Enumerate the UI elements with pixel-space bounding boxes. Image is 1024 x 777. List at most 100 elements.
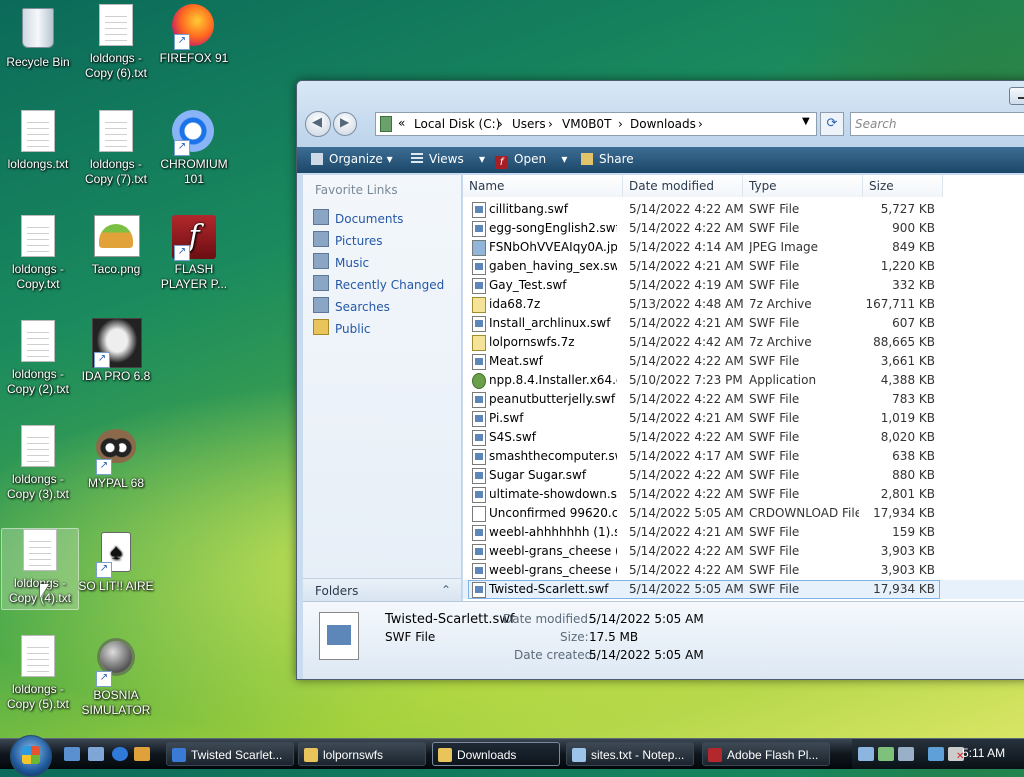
file-row[interactable]: egg-songEnglish2.swf 5/14/2022 4:22 AM SWF…: [463, 219, 1024, 238]
file-type: SWF File: [749, 278, 800, 292]
column-header-size[interactable]: Size: [863, 175, 943, 197]
address-dropdown-icon[interactable]: ▼: [802, 116, 810, 127]
forward-button[interactable]: ▶: [333, 112, 357, 136]
desktop-icon-bosnia-simulator[interactable]: ↗ BOSNIA SIMULATOR: [78, 635, 154, 718]
column-header-date-modified[interactable]: Date modified: [623, 175, 743, 197]
breadcrumb-separator-icon[interactable]: ›: [548, 117, 553, 131]
shortcut-arrow-icon: ↗: [96, 562, 112, 578]
refresh-button[interactable]: ⟳: [820, 112, 844, 136]
start-button[interactable]: [10, 735, 52, 777]
shortcut-arrow-icon: ↗: [94, 352, 110, 368]
desktop-icon-taco[interactable]: Taco.png: [78, 215, 154, 277]
file-row[interactable]: ida68.7z 5/13/2022 4:48 AM 7z Archive 167,7…: [463, 295, 1024, 314]
file-row[interactable]: Install_archlinux.swf 5/14/2022 4:21 AM SW…: [463, 314, 1024, 333]
organize-button[interactable]: Organize ▾: [311, 152, 393, 166]
desktop-icon-loldongs-copy-7[interactable]: loldongs - Copy (7).txt: [78, 110, 154, 187]
file-size: 607 KB: [892, 316, 935, 330]
taskbar-button[interactable]: sites.txt - Notep...: [566, 742, 694, 766]
notepad-icon: [572, 748, 586, 762]
breadcrumb-vm0b0t[interactable]: VM0B0T: [562, 117, 611, 131]
file-type: SWF File: [749, 430, 800, 444]
file-row[interactable]: gaben_having_sex.swf 5/14/2022 4:21 AM SWF…: [463, 257, 1024, 276]
taskbar-button[interactable]: Downloads: [432, 742, 560, 766]
file-name: Twisted-Scarlett.swf: [489, 582, 609, 596]
desktop-icon-firefox[interactable]: ↗ FIREFOX 91: [156, 4, 232, 66]
file-type: SWF File: [749, 468, 800, 482]
breadcrumb-separator-icon[interactable]: ›: [618, 117, 623, 131]
nav-link-recently-changed[interactable]: Recently Changed: [313, 275, 444, 292]
address-bar[interactable]: « Local Disk (C:) › Users › VM0B0T › Dow…: [375, 112, 817, 136]
tray-connection-icon[interactable]: [928, 747, 944, 761]
details-date-created-label: Date created:: [514, 648, 597, 662]
column-header-name[interactable]: Name: [463, 175, 623, 197]
back-button[interactable]: ◀: [305, 111, 331, 137]
file-row[interactable]: Gay_Test.swf 5/14/2022 4:19 AM SWF File 332…: [463, 276, 1024, 295]
explorer-window[interactable]: ◀ ▶ « Local Disk (C:) › Users › VM0B0T ›…: [296, 80, 1024, 680]
file-row[interactable]: weebl-ahhhhhhh (1).swf 5/14/2022 4:21 AM S…: [463, 523, 1024, 542]
file-row[interactable]: weebl-grans_cheese (1... 5/14/2022 4:22 A…: [463, 542, 1024, 561]
column-header-type[interactable]: Type: [743, 175, 863, 197]
file-row[interactable]: weebl-grans_cheese (2... 5/14/2022 4:22 A…: [463, 561, 1024, 580]
file-row[interactable]: lolpornswfs.7z 5/14/2022 4:42 AM 7z Archiv…: [463, 333, 1024, 352]
desktop-icon-recycle-bin[interactable]: Recycle Bin: [0, 4, 76, 70]
file-row[interactable]: ultimate-showdown.swf 5/14/2022 4:22 AM SW…: [463, 485, 1024, 504]
breadcrumb-separator-icon[interactable]: ›: [698, 117, 703, 131]
nav-link-pictures[interactable]: Pictures: [313, 231, 383, 248]
taskbar-button[interactable]: Twisted Scarlet...: [166, 742, 294, 766]
file-row[interactable]: smashthecomputer.swf 5/14/2022 4:17 AM SWF…: [463, 447, 1024, 466]
desktop-icon-chromium[interactable]: ↗ CHROMIUM 101: [156, 110, 232, 187]
text-file-icon: [94, 4, 138, 48]
file-row[interactable]: cillitbang.swf 5/14/2022 4:22 AM SWF File 5…: [463, 200, 1024, 219]
file-row[interactable]: Unconfirmed 99620.cr... 5/14/2022 5:05 AM…: [463, 504, 1024, 523]
file-row[interactable]: Meat.swf 5/14/2022 4:22 AM SWF File 3,661 K…: [463, 352, 1024, 371]
tray-network-icon[interactable]: [858, 747, 874, 761]
dl-file-icon: [472, 506, 486, 522]
internet-explorer-icon[interactable]: [112, 747, 128, 761]
breadcrumb-downloads[interactable]: Downloads: [630, 117, 696, 131]
breadcrumb-local-disk[interactable]: Local Disk (C:): [414, 117, 500, 131]
file-row[interactable]: npp.8.4.Installer.x64.exe 5/10/2022 7:23 …: [463, 371, 1024, 390]
file-row[interactable]: peanutbutterjelly.swf 5/14/2022 4:22 AM SW…: [463, 390, 1024, 409]
file-row[interactable]: Twisted-Scarlett.swf 5/14/2022 5:05 AM SWF…: [463, 580, 1024, 599]
swf-file-icon: [472, 582, 486, 598]
nav-link-documents[interactable]: Documents: [313, 209, 403, 226]
file-type: SWF File: [749, 392, 800, 406]
desktop-icon-mypal[interactable]: ↗ MYPAL 68: [78, 425, 154, 491]
desktop-icon-loldongs-copy-3[interactable]: loldongs - Copy (3).txt: [0, 425, 76, 502]
folders-toggle[interactable]: Folders ⌃: [303, 578, 461, 603]
file-row[interactable]: Sugar Sugar.swf 5/14/2022 4:22 AM SWF File…: [463, 466, 1024, 485]
file-row[interactable]: S4S.swf 5/14/2022 4:22 AM SWF File 8,020 KB: [463, 428, 1024, 447]
desktop-icon-loldongs[interactable]: loldongs.txt: [0, 110, 76, 172]
views-button[interactable]: Views ▾: [411, 152, 485, 166]
desktop-icon-solitaire[interactable]: ♠ ↗ SO LIT!! AIRE: [78, 530, 154, 594]
breadcrumb-users[interactable]: Users: [512, 117, 546, 131]
show-desktop-icon[interactable]: [64, 747, 80, 761]
desktop-icon-ida-pro[interactable]: ↗ IDA PRO 6.8: [78, 318, 154, 384]
desktop-icon-loldongs-copy-6[interactable]: loldongs - Copy (6).txt: [78, 4, 154, 81]
media-player-icon[interactable]: [134, 747, 150, 761]
desktop-icon-loldongs-copy-2[interactable]: loldongs - Copy (2).txt: [0, 320, 76, 397]
desktop-icon-loldongs-copy-5[interactable]: loldongs - Copy (5).txt: [0, 635, 76, 712]
file-row[interactable]: FSNbOhVVEAIqy0A.jpg 5/14/2022 4:14 AM JPEG…: [463, 238, 1024, 257]
nav-link-music[interactable]: Music: [313, 253, 369, 270]
desktop-icon-loldongs-copy[interactable]: loldongs - Copy.txt: [0, 215, 76, 292]
taskbar-button[interactable]: Adobe Flash Pl...: [702, 742, 830, 766]
taskbar-button[interactable]: lolpornswfs: [298, 742, 426, 766]
clock[interactable]: 5:11 AM: [962, 746, 1005, 760]
breadcrumb-overflow-icon[interactable]: «: [398, 116, 405, 130]
breadcrumb-separator-icon[interactable]: ›: [498, 117, 503, 131]
nav-link-public[interactable]: Public: [313, 319, 371, 336]
search-input[interactable]: Search: [850, 112, 1024, 136]
minimize-button[interactable]: [1009, 87, 1024, 105]
open-button[interactable]: f Open ▾: [495, 152, 567, 169]
file-row[interactable]: Pi.swf 5/14/2022 4:21 AM SWF File 1,019 KB: [463, 409, 1024, 428]
tray-device-icon[interactable]: [898, 747, 914, 761]
tray-app-icon[interactable]: [878, 747, 894, 761]
share-button[interactable]: Share: [581, 152, 634, 166]
chevron-up-icon: ⌃: [441, 583, 452, 597]
file-size: 159 KB: [892, 525, 935, 539]
desktop-icon-flash-player[interactable]: f ↗ FLASH PLAYER P...: [156, 215, 232, 292]
switch-windows-icon[interactable]: [88, 747, 104, 761]
nav-link-searches[interactable]: Searches: [313, 297, 390, 314]
file-list[interactable]: Name Date modified Type Size cillitbang.…: [463, 175, 1024, 601]
